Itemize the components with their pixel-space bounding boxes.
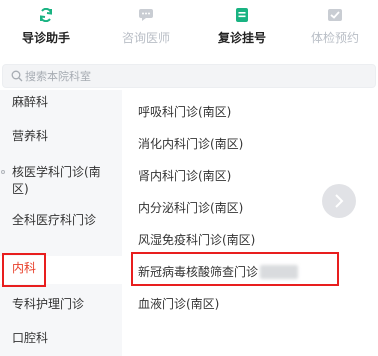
clinic-label: 风湿免疫科门诊(南区): [138, 233, 256, 247]
document-icon: [236, 8, 248, 22]
department-item[interactable]: 营养科: [0, 128, 122, 152]
clinic-item[interactable]: 血液门诊(南区): [138, 296, 219, 312]
clinic-item[interactable]: 内分泌科门诊(南区): [138, 200, 243, 216]
redacted-text: [260, 265, 299, 279]
department-item[interactable]: 麻醉科: [0, 94, 122, 118]
department-label: 全科医疗科门诊: [12, 213, 97, 227]
tab-guide-assistant[interactable]: 导诊助手: [2, 0, 90, 56]
clinic-item[interactable]: 肾内科门诊(南区): [138, 168, 231, 184]
department-item[interactable]: 专科护理门诊: [0, 296, 122, 320]
department-item[interactable]: 口腔科: [0, 330, 122, 354]
chevron-right-icon: [335, 194, 344, 208]
department-item-internal-medicine[interactable]: 内科: [0, 256, 122, 284]
floating-next-button[interactable]: [322, 184, 356, 218]
tab-label: 复诊挂号: [217, 31, 266, 45]
tab-label: 体检预约: [310, 31, 359, 45]
tab-checkup-booking[interactable]: 体检预约: [292, 0, 378, 56]
clinic-label: 呼吸科门诊(南区): [138, 105, 232, 119]
clinic-label: 血液门诊(南区): [138, 297, 220, 311]
search-icon: [11, 70, 23, 82]
department-label: 口腔科: [12, 331, 49, 345]
department-search-box[interactable]: [2, 64, 376, 88]
department-item[interactable]: 全科医疗科门诊: [0, 212, 122, 252]
swap-arrows-icon: [40, 8, 52, 22]
tab-label: 咨询医师: [121, 31, 170, 45]
search-input[interactable]: [25, 67, 325, 85]
department-label: 内科: [12, 261, 37, 275]
clinic-item-covid-screening[interactable]: 新冠病毒核酸筛查门诊: [138, 264, 299, 280]
department-list: 麻醉科 营养科 核医学科门诊(南区) 全科医疗科门诊 内科 专科护理门诊 口腔科: [0, 90, 122, 356]
department-item[interactable]: 核医学科门诊(南区): [0, 164, 122, 204]
clinic-list: 呼吸科门诊(南区) 消化内科门诊(南区) 肾内科门诊(南区) 内分泌科门诊(南区…: [122, 90, 378, 356]
clinic-item[interactable]: 风湿免疫科门诊(南区): [138, 232, 255, 248]
clinic-label: 肾内科门诊(南区): [138, 169, 232, 183]
department-label: 核医学科门诊(南区): [12, 165, 101, 196]
clinic-item[interactable]: 呼吸科门诊(南区): [138, 104, 231, 120]
chat-icon: [139, 9, 153, 21]
department-label: 营养科: [12, 129, 49, 143]
screen: 导诊助手 咨询医师 复诊挂号 体检预约 搜索本院科室 麻醉科 营养科 核医学科门…: [0, 0, 378, 356]
checkup-icon: [328, 9, 342, 21]
radio-dot-icon: [1, 170, 5, 174]
clinic-label: 内分泌科门诊(南区): [138, 201, 244, 215]
clinic-item[interactable]: 消化内科门诊(南区): [138, 136, 243, 152]
clinic-label: 消化内科门诊(南区): [138, 137, 244, 151]
tab-consult-doctor[interactable]: 咨询医师: [100, 0, 192, 56]
top-tab-bar: 导诊助手 咨询医师 复诊挂号 体检预约: [0, 0, 378, 56]
department-label: 专科护理门诊: [12, 297, 85, 311]
department-label: 麻醉科: [12, 95, 49, 109]
tab-label: 导诊助手: [21, 31, 70, 45]
clinic-label: 新冠病毒核酸筛查门诊: [138, 265, 259, 279]
tab-revisit-registration[interactable]: 复诊挂号: [196, 0, 288, 56]
